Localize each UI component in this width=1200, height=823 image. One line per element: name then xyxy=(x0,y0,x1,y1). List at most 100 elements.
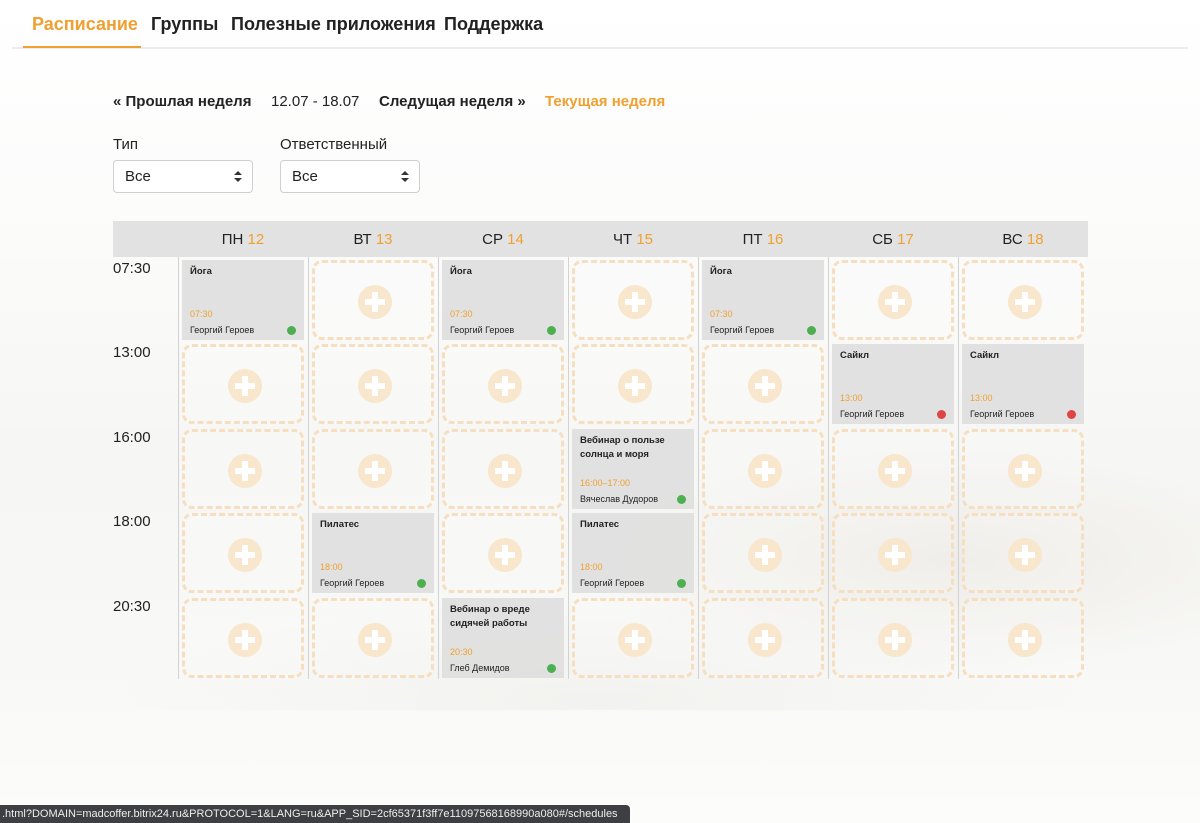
day-number: 15 xyxy=(636,231,654,248)
time-label: 13:00 xyxy=(113,344,151,361)
day-header: СР 14 xyxy=(438,231,568,248)
current-week-link[interactable]: Текущая неделя xyxy=(545,93,665,110)
add-event-slot[interactable] xyxy=(182,598,304,678)
event-time: 16:00–17:00 xyxy=(580,478,631,488)
event-person: Георгий Героев xyxy=(840,409,905,419)
plus-icon xyxy=(618,285,652,319)
add-event-slot[interactable] xyxy=(832,429,954,509)
day-header: ВТ 13 xyxy=(308,231,438,248)
column-divider xyxy=(438,257,439,679)
event-card[interactable]: Пилатес 18:00 Георгий Героев xyxy=(572,513,694,593)
add-event-slot[interactable] xyxy=(182,344,304,424)
add-event-slot[interactable] xyxy=(312,429,434,509)
event-card[interactable]: Йога 07:30 Георгий Героев xyxy=(182,260,304,340)
tab-schedule[interactable]: Расписание xyxy=(32,14,138,35)
column-divider xyxy=(958,257,959,679)
add-event-slot[interactable] xyxy=(702,344,824,424)
plus-icon xyxy=(878,538,912,572)
add-event-slot[interactable] xyxy=(312,344,434,424)
day-name: ПН xyxy=(221,231,244,248)
day-name: ЧТ xyxy=(612,231,633,248)
plus-icon xyxy=(748,623,782,657)
column-divider xyxy=(698,257,699,679)
add-event-slot[interactable] xyxy=(832,598,954,678)
status-dot xyxy=(1067,410,1076,419)
day-name: СБ xyxy=(872,231,893,248)
event-person: Георгий Героев xyxy=(710,325,775,335)
event-time: 07:30 xyxy=(710,309,733,319)
nav-divider xyxy=(12,47,1188,49)
event-time: 07:30 xyxy=(450,309,473,319)
add-event-slot[interactable] xyxy=(442,429,564,509)
day-header: ПН 12 xyxy=(178,231,308,248)
day-header: ПТ 16 xyxy=(698,231,828,248)
add-event-slot[interactable] xyxy=(962,260,1084,340)
plus-icon xyxy=(748,369,782,403)
day-name: ВТ xyxy=(353,231,372,248)
event-title: Пилатес xyxy=(320,519,360,530)
type-filter-value: Все xyxy=(125,168,151,185)
day-name: СР xyxy=(482,231,503,248)
plus-icon xyxy=(488,538,522,572)
plus-icon xyxy=(878,454,912,488)
event-card[interactable]: Йога 07:30 Георгий Героев xyxy=(702,260,824,340)
add-event-slot[interactable] xyxy=(962,429,1084,509)
add-event-slot[interactable] xyxy=(182,429,304,509)
status-dot xyxy=(547,326,556,335)
event-card[interactable]: Сайкл 13:00 Георгий Героев xyxy=(962,344,1084,424)
plus-icon xyxy=(488,454,522,488)
tab-useful-apps[interactable]: Полезные приложения xyxy=(231,14,436,35)
event-card[interactable]: Пилатес 18:00 Георгий Героев xyxy=(312,513,434,593)
day-number: 14 xyxy=(507,231,524,248)
type-filter-select[interactable]: Все xyxy=(113,160,253,193)
day-number: 13 xyxy=(375,231,393,248)
plus-icon xyxy=(228,538,262,572)
time-label: 18:00 xyxy=(113,513,151,530)
time-label: 20:30 xyxy=(113,598,151,615)
event-person: Глеб Демидов xyxy=(450,663,510,673)
prev-week-link[interactable]: « Прошлая неделя xyxy=(113,93,251,110)
event-title: Йога xyxy=(450,266,472,277)
plus-icon xyxy=(358,369,392,403)
add-event-slot[interactable] xyxy=(832,260,954,340)
add-event-slot[interactable] xyxy=(572,344,694,424)
event-title: Йога xyxy=(710,266,732,277)
event-card[interactable]: Вебинар о вреде сидячей работы 20:30 Глеб … xyxy=(442,598,564,678)
add-event-slot[interactable] xyxy=(572,598,694,678)
day-number: 18 xyxy=(1026,231,1044,248)
add-event-slot[interactable] xyxy=(962,598,1084,678)
add-event-slot[interactable] xyxy=(312,260,434,340)
event-time: 13:00 xyxy=(840,393,863,403)
add-event-slot[interactable] xyxy=(702,598,824,678)
day-name: ПТ xyxy=(742,231,763,248)
event-card[interactable]: Вебинар о пользе солнца и моря 16:00–17:0… xyxy=(572,429,694,509)
event-time: 18:00 xyxy=(320,562,343,572)
add-event-slot[interactable] xyxy=(312,598,434,678)
event-card[interactable]: Сайкл 13:00 Георгий Героев xyxy=(832,344,954,424)
event-title: Пилатес xyxy=(580,519,620,530)
event-card[interactable]: Йога 07:30 Георгий Героев xyxy=(442,260,564,340)
add-event-slot[interactable] xyxy=(442,513,564,593)
tab-support[interactable]: Поддержка xyxy=(444,14,543,35)
day-header: ЧТ 15 xyxy=(568,231,698,248)
add-event-slot[interactable] xyxy=(572,260,694,340)
add-event-slot[interactable] xyxy=(832,513,954,593)
event-time: 07:30 xyxy=(190,309,213,319)
day-name: ВС xyxy=(1002,231,1023,248)
add-event-slot[interactable] xyxy=(702,429,824,509)
plus-icon xyxy=(1008,623,1042,657)
event-title: Йога xyxy=(190,266,212,277)
owner-filter-select[interactable]: Все xyxy=(280,160,420,193)
status-dot xyxy=(417,579,426,588)
add-event-slot[interactable] xyxy=(442,344,564,424)
plus-icon xyxy=(358,285,392,319)
plus-icon xyxy=(1008,538,1042,572)
add-event-slot[interactable] xyxy=(182,513,304,593)
add-event-slot[interactable] xyxy=(962,513,1084,593)
event-time: 18:00 xyxy=(580,562,603,572)
event-title: Сайкл xyxy=(970,350,1000,361)
next-week-link[interactable]: Следущая неделя » xyxy=(379,93,526,110)
week-range: 12.07 - 18.07 xyxy=(271,93,360,110)
tab-groups[interactable]: Группы xyxy=(151,14,218,35)
add-event-slot[interactable] xyxy=(702,513,824,593)
